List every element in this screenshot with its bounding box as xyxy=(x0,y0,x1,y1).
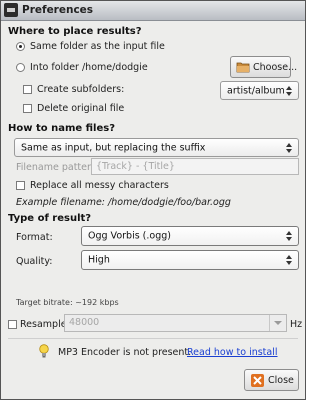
filename-pattern-input[interactable]: {Track} - {Title} xyxy=(91,158,299,175)
lightbulb-icon xyxy=(38,344,50,358)
window-title: Preferences xyxy=(22,4,94,16)
replace-messy-checkbox[interactable] xyxy=(16,181,25,190)
naming-scheme-combo[interactable]: Same as input, but replacing the suffix xyxy=(14,138,299,157)
separator xyxy=(8,338,298,339)
example-filename-value: /home/dodgie/foo/bar.ogg xyxy=(108,197,231,208)
same-folder-label[interactable]: Same folder as the input file xyxy=(30,41,165,52)
resample-unit: Hz xyxy=(290,319,303,330)
window-menu-icon[interactable] xyxy=(4,3,18,17)
delete-original-label[interactable]: Delete original file xyxy=(37,103,124,114)
combo-arrows-icon xyxy=(286,142,293,153)
close-icon xyxy=(251,374,264,387)
choose-button-label: Choose... xyxy=(253,62,298,73)
mp3-notice-text: MP3 Encoder is not present. xyxy=(58,347,192,358)
choose-folder-button[interactable]: Choose... xyxy=(230,56,297,78)
naming-scheme-value: Same as input, but replacing the suffix xyxy=(21,142,206,153)
quality-label: Quality: xyxy=(16,256,53,267)
target-bitrate-text: Target bitrate: ~192 kbps xyxy=(16,298,119,307)
combo-arrows-icon xyxy=(286,85,293,96)
example-filename: Example filename: /home/dodgie/foo/bar.o… xyxy=(16,197,231,208)
format-label: Format: xyxy=(16,232,53,243)
format-value: Ogg Vorbis (.ogg) xyxy=(88,230,171,242)
subfolder-pattern-combo[interactable]: artist/album xyxy=(220,81,299,100)
resample-label[interactable]: Resample xyxy=(20,319,67,330)
resample-dropdown-button[interactable] xyxy=(269,315,286,331)
filename-pattern-value: {Track} - {Title} xyxy=(96,161,175,172)
into-folder-radio[interactable] xyxy=(16,63,25,72)
close-button[interactable]: Close xyxy=(244,369,299,391)
combo-arrows-icon xyxy=(286,231,293,241)
subfolder-pattern-value: artist/album xyxy=(227,85,285,96)
create-subfolders-checkbox[interactable] xyxy=(23,85,32,94)
chevron-down-icon xyxy=(274,321,282,325)
resample-rate-combo[interactable]: 48000 xyxy=(64,314,287,332)
resample-rate-value: 48000 xyxy=(69,317,100,328)
create-subfolders-label[interactable]: Create subfolders: xyxy=(37,84,124,95)
combo-arrows-icon xyxy=(286,255,293,265)
install-help-link[interactable]: Read how to install xyxy=(187,347,278,358)
delete-original-checkbox[interactable] xyxy=(23,104,32,113)
folder-icon xyxy=(236,61,250,73)
quality-value: High xyxy=(88,254,110,266)
example-filename-label: Example filename: xyxy=(16,197,105,208)
titlebar: Preferences xyxy=(1,1,305,21)
preferences-window: Preferences Where to place results? Same… xyxy=(0,0,306,400)
result-type-heading: Type of result? xyxy=(8,213,92,224)
filename-pattern-label: Filename pattern: xyxy=(16,162,100,173)
format-combo[interactable]: Ogg Vorbis (.ogg) xyxy=(81,226,299,246)
placement-heading: Where to place results? xyxy=(8,26,142,37)
resample-checkbox[interactable] xyxy=(8,320,17,329)
close-button-label: Close xyxy=(268,375,294,386)
replace-messy-label[interactable]: Replace all messy characters xyxy=(30,180,169,191)
same-folder-radio[interactable] xyxy=(16,42,25,51)
quality-combo[interactable]: High xyxy=(81,250,299,270)
naming-heading: How to name files? xyxy=(8,123,116,134)
into-folder-label[interactable]: Into folder /home/dodgie xyxy=(30,62,148,73)
